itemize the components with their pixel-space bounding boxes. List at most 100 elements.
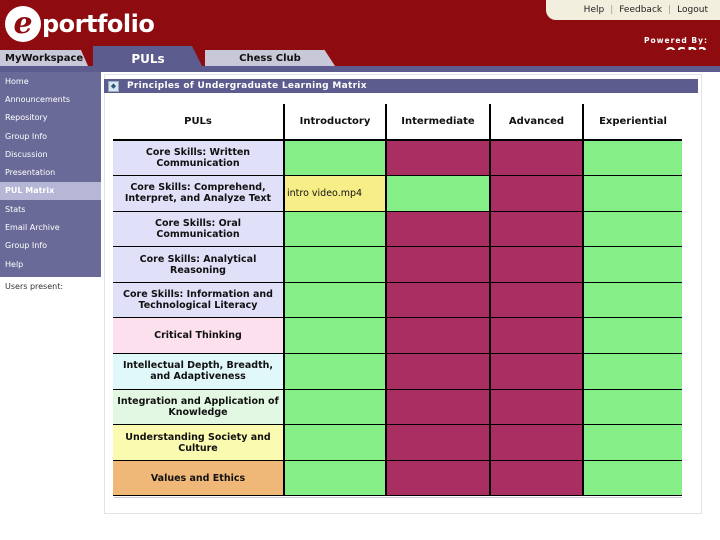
matrix-cell-introductory[interactable] [283,389,386,426]
matrix-cell-advanced[interactable] [489,353,583,390]
feedback-link[interactable]: Feedback [619,5,662,15]
tab-puls[interactable]: PULs [93,46,203,68]
matrix-body: Core Skills: Written Communication Core S… [113,140,682,497]
matrix-cell-advanced[interactable] [489,460,583,497]
table-row: Understanding Society and Culture [113,424,682,461]
tab-myworkspace[interactable]: MyWorkspace [0,50,88,66]
matrix-cell-experiential[interactable] [582,211,682,248]
pul-row-label: Intellectual Depth, Breadth, and Adaptiv… [113,353,284,390]
matrix-cell-intermediate[interactable] [385,353,490,390]
pul-row-label: Critical Thinking [113,317,284,355]
matrix-cell-experiential[interactable] [582,175,682,212]
sidebar-item-presentation[interactable]: Presentation [0,163,101,181]
pul-row-label: Core Skills: Information and Technologic… [113,282,284,319]
matrix-cell-experiential[interactable] [582,282,682,319]
pul-row-label: Understanding Society and Culture [113,424,284,461]
matrix-cell-introductory[interactable] [283,282,386,319]
matrix-cell-introductory[interactable] [283,353,386,390]
sidebar-item-home[interactable]: Home [0,72,101,90]
sidebar-item-help[interactable]: Help [0,255,101,273]
sidebar-item-discussion[interactable]: Discussion [0,145,101,163]
top-links: Help | Feedback | Logout [546,0,720,20]
logo-letter: e [5,6,41,42]
column-header-experiential: Experiential [582,104,682,141]
matrix-cell-experiential[interactable] [582,353,682,390]
column-header-intermediate: Intermediate [385,104,490,141]
panel-title-bar: ◆ Principles of Undergraduate Learning M… [104,79,698,93]
powered-by-label: Powered By: [643,36,708,45]
matrix-cell-intermediate[interactable] [385,140,490,177]
matrix-cell-introductory[interactable] [283,246,386,283]
matrix-cell-experiential[interactable] [582,140,682,177]
users-present-label: Users present: [5,282,64,291]
matrix-cell-intermediate[interactable] [385,460,490,497]
tab-underline-bar [0,66,720,72]
matrix-cell-intermediate[interactable] [385,175,490,212]
site-tabs: MyWorkspace PULs Chess Club [0,46,720,68]
table-row: Core Skills: Written Communication [113,140,682,177]
help-link[interactable]: Help [584,5,605,15]
panel-title: Principles of Undergraduate Learning Mat… [127,81,367,91]
pul-row-label: Core Skills: Written Communication [113,140,284,177]
table-row: Core Skills: Oral Communication [113,211,682,248]
matrix-cell-advanced[interactable] [489,211,583,248]
matrix-cell-intermediate[interactable] [385,389,490,426]
link-separator: | [610,5,614,15]
matrix-cell-intermediate[interactable] [385,282,490,319]
matrix-cell-advanced[interactable] [489,317,583,355]
sidebar: Home Announcements Repository Group Info… [0,72,101,277]
matrix-cell-introductory[interactable] [283,460,386,497]
pul-row-label: Integration and Application of Knowledge [113,389,284,426]
column-header-advanced: Advanced [489,104,583,141]
matrix-cell-experiential[interactable] [582,460,682,497]
table-row: Intellectual Depth, Breadth, and Adaptiv… [113,353,682,390]
pul-matrix-table: PULs Introductory Intermediate Advanced … [113,104,682,497]
matrix-cell-advanced[interactable] [489,246,583,283]
sidebar-item-stats[interactable]: Stats [0,200,101,218]
matrix-cell-intermediate[interactable] [385,246,490,283]
matrix-cell-advanced[interactable] [489,282,583,319]
sidebar-item-group-info[interactable]: Group Info [0,127,101,145]
matrix-cell-advanced[interactable] [489,424,583,461]
pul-row-label: Core Skills: Oral Communication [113,211,284,248]
matrix-cell-experiential[interactable] [582,317,682,355]
matrix-cell-experiential[interactable] [582,389,682,426]
sidebar-item-repository[interactable]: Repository [0,109,101,127]
matrix-cell-introductory[interactable] [283,317,386,355]
table-header-row: PULs Introductory Intermediate Advanced … [113,104,682,141]
link-separator: | [668,5,672,15]
pul-row-label: Core Skills: Analytical Reasoning [113,246,284,283]
matrix-cell-introductory[interactable] [283,211,386,248]
sidebar-item-pul-matrix[interactable]: PUL Matrix [0,181,101,201]
matrix-cell-advanced[interactable] [489,140,583,177]
tool-icon[interactable]: ◆ [108,80,119,92]
matrix-cell-intermediate[interactable] [385,424,490,461]
pul-row-label: Core Skills: Comprehend, Interpret, and … [113,175,284,212]
table-row: Core Skills: Information and Technologic… [113,282,682,319]
logout-link[interactable]: Logout [677,5,708,15]
matrix-cell-introductory[interactable] [283,140,386,177]
logo-text: portfolio [42,10,155,38]
column-header-introductory: Introductory [283,104,386,141]
table-row: Values and Ethics [113,460,682,497]
table-row: Core Skills: Comprehend, Interpret, and … [113,175,682,212]
column-header-puls: PULs [113,104,284,141]
app-header: e portfolio Help | Feedback | Logout Pow… [0,0,720,61]
sidebar-item-email-archive[interactable]: Email Archive [0,218,101,236]
matrix-cell-experiential[interactable] [582,246,682,283]
matrix-cell-advanced[interactable] [489,389,583,426]
sidebar-item-announcements[interactable]: Announcements [0,90,101,108]
table-row: Core Skills: Analytical Reasoning [113,246,682,283]
matrix-cell-introductory[interactable]: intro video.mp4 [283,175,386,212]
sidebar-item-group-info-2[interactable]: Group Info [0,237,101,255]
matrix-cell-advanced[interactable] [489,175,583,212]
matrix-cell-intermediate[interactable] [385,211,490,248]
matrix-cell-introductory[interactable] [283,424,386,461]
table-row: Critical Thinking [113,317,682,355]
matrix-cell-intermediate[interactable] [385,317,490,355]
eportfolio-logo[interactable]: e portfolio [5,5,155,43]
pul-row-label: Values and Ethics [113,460,284,497]
tab-chess-club[interactable]: Chess Club [205,50,335,66]
table-row: Integration and Application of Knowledge [113,389,682,426]
matrix-cell-experiential[interactable] [582,424,682,461]
